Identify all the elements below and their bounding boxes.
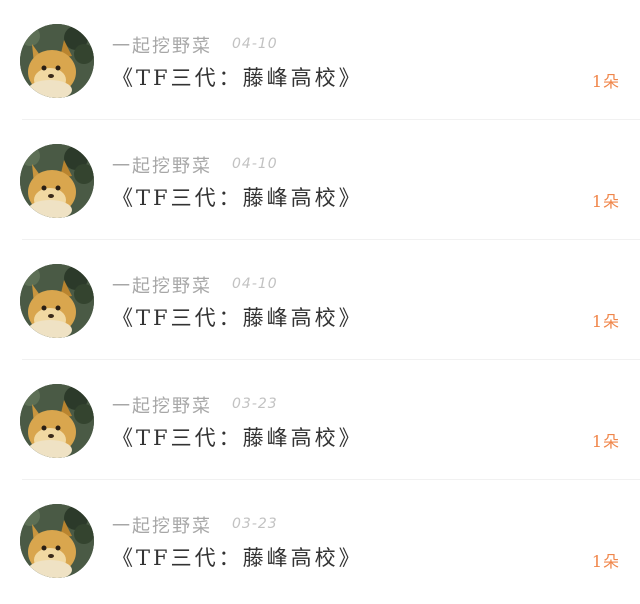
username[interactable]: 一起挖野菜 (112, 392, 212, 418)
avatar[interactable] (20, 144, 94, 218)
list-item[interactable]: 一起挖野菜 04-10 《TF三代：藤峰高校》 1朵 (0, 120, 640, 240)
dog-avatar-icon (20, 504, 94, 578)
dog-avatar-icon (20, 24, 94, 98)
list-item[interactable]: 一起挖野菜 04-10 《TF三代：藤峰高校》 1朵 (0, 0, 640, 120)
username[interactable]: 一起挖野菜 (112, 32, 212, 58)
flower-count: 1朵 (591, 72, 620, 91)
dog-avatar-icon (20, 264, 94, 338)
avatar[interactable] (20, 24, 94, 98)
flower-count: 1朵 (591, 432, 620, 451)
work-title[interactable]: 《TF三代：藤峰高校》 (112, 542, 363, 572)
timestamp: 03-23 (232, 396, 278, 412)
timestamp: 04-10 (232, 36, 278, 52)
dog-avatar-icon (20, 144, 94, 218)
timestamp: 03-23 (232, 516, 278, 532)
work-title[interactable]: 《TF三代：藤峰高校》 (112, 422, 363, 452)
username[interactable]: 一起挖野菜 (112, 512, 212, 538)
avatar[interactable] (20, 264, 94, 338)
gift-record-list: 一起挖野菜 04-10 《TF三代：藤峰高校》 1朵 一起挖野菜 04-10 《… (0, 0, 640, 604)
username[interactable]: 一起挖野菜 (112, 272, 212, 298)
list-item[interactable]: 一起挖野菜 04-10 《TF三代：藤峰高校》 1朵 (0, 240, 640, 360)
flower-count: 1朵 (591, 552, 620, 571)
work-title[interactable]: 《TF三代：藤峰高校》 (112, 182, 363, 212)
timestamp: 04-10 (232, 276, 278, 292)
dog-avatar-icon (20, 384, 94, 458)
avatar[interactable] (20, 384, 94, 458)
list-item[interactable]: 一起挖野菜 03-23 《TF三代：藤峰高校》 1朵 (0, 360, 640, 480)
username[interactable]: 一起挖野菜 (112, 152, 212, 178)
list-item[interactable]: 一起挖野菜 03-23 《TF三代：藤峰高校》 1朵 (0, 480, 640, 600)
avatar[interactable] (20, 504, 94, 578)
flower-count: 1朵 (591, 192, 620, 211)
flower-count: 1朵 (591, 312, 620, 331)
timestamp: 04-10 (232, 156, 278, 172)
work-title[interactable]: 《TF三代：藤峰高校》 (112, 62, 363, 92)
work-title[interactable]: 《TF三代：藤峰高校》 (112, 302, 363, 332)
